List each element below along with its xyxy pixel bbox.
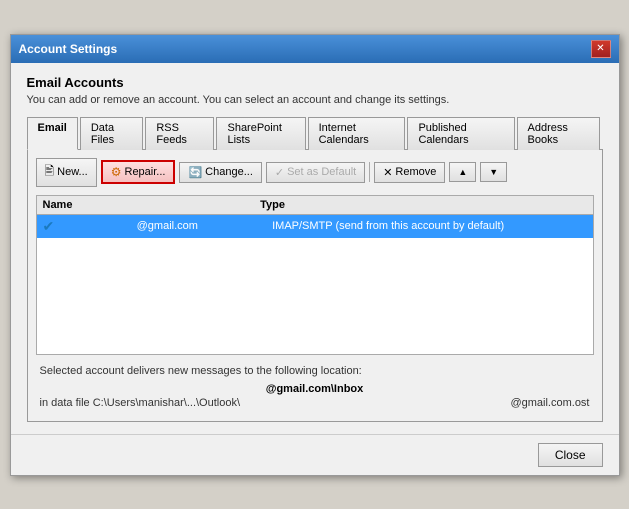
column-header-name: Name — [43, 199, 261, 211]
table-header: Name Type — [37, 196, 593, 215]
close-button[interactable]: Close — [538, 443, 603, 467]
toolbar: New... Repair... Change... Set as Defaul… — [36, 158, 594, 187]
window-title: Account Settings — [19, 42, 118, 56]
account-type: IMAP/SMTP (send from this account by def… — [272, 220, 586, 232]
toolbar-separator — [369, 162, 370, 182]
down-arrow-icon — [489, 166, 498, 178]
remove-label: Remove — [395, 166, 436, 178]
up-arrow-icon — [458, 166, 467, 178]
account-settings-window: Account Settings ✕ Email Accounts You ca… — [10, 34, 620, 476]
change-button[interactable]: Change... — [179, 162, 261, 183]
tab-bar: Email Data Files RSS Feeds SharePoint Li… — [27, 116, 603, 150]
tab-content-email: New... Repair... Change... Set as Defaul… — [27, 150, 603, 422]
footer-description: Selected account delivers new messages t… — [40, 365, 590, 377]
new-button[interactable]: New... — [36, 158, 97, 187]
remove-button[interactable]: Remove — [374, 162, 445, 183]
move-up-button[interactable] — [449, 162, 476, 182]
footer-file-info: in data file C:\Users\manishar\...\Outlo… — [40, 397, 590, 409]
tab-published-calendars[interactable]: Published Calendars — [407, 117, 514, 150]
change-icon — [188, 166, 202, 179]
table-body: ✔ @gmail.com IMAP/SMTP (send from this a… — [37, 215, 593, 345]
repair-button[interactable]: Repair... — [101, 160, 176, 184]
footer-area: Selected account delivers new messages t… — [36, 355, 594, 413]
new-icon — [45, 162, 55, 183]
tab-rss-feeds[interactable]: RSS Feeds — [145, 117, 214, 150]
selected-account-icon: ✔ — [43, 218, 61, 235]
move-down-button[interactable] — [480, 162, 507, 182]
tab-data-files[interactable]: Data Files — [80, 117, 144, 150]
section-description: You can add or remove an account. You ca… — [27, 94, 603, 106]
tab-email[interactable]: Email — [27, 117, 78, 150]
account-table: Name Type ✔ @gmail.com IMAP/SMTP (send f… — [36, 195, 594, 355]
set-default-icon — [275, 166, 284, 179]
bottom-bar: Close — [11, 434, 619, 475]
repair-label: Repair... — [125, 166, 166, 178]
tab-sharepoint-lists[interactable]: SharePoint Lists — [216, 117, 305, 150]
close-window-button[interactable]: ✕ — [591, 40, 611, 58]
new-label: New... — [57, 166, 88, 178]
title-bar: Account Settings ✕ — [11, 35, 619, 63]
set-default-label: Set as Default — [287, 166, 356, 178]
remove-icon — [383, 166, 392, 179]
tab-address-books[interactable]: Address Books — [517, 117, 601, 150]
change-label: Change... — [205, 166, 253, 178]
footer-file-ext: @gmail.com.ost — [510, 397, 589, 409]
window-content: Email Accounts You can add or remove an … — [11, 63, 619, 434]
set-default-button[interactable]: Set as Default — [266, 162, 365, 183]
tab-internet-calendars[interactable]: Internet Calendars — [308, 117, 406, 150]
table-row[interactable]: ✔ @gmail.com IMAP/SMTP (send from this a… — [37, 215, 593, 238]
repair-icon — [111, 165, 122, 179]
account-name: @gmail.com — [63, 220, 273, 232]
column-header-type: Type — [260, 199, 586, 211]
footer-inbox-path: @gmail.com\Inbox — [40, 383, 590, 395]
title-bar-controls: ✕ — [591, 40, 611, 58]
footer-file-label: in data file C:\Users\manishar\...\Outlo… — [40, 397, 241, 409]
section-title: Email Accounts — [27, 75, 603, 90]
